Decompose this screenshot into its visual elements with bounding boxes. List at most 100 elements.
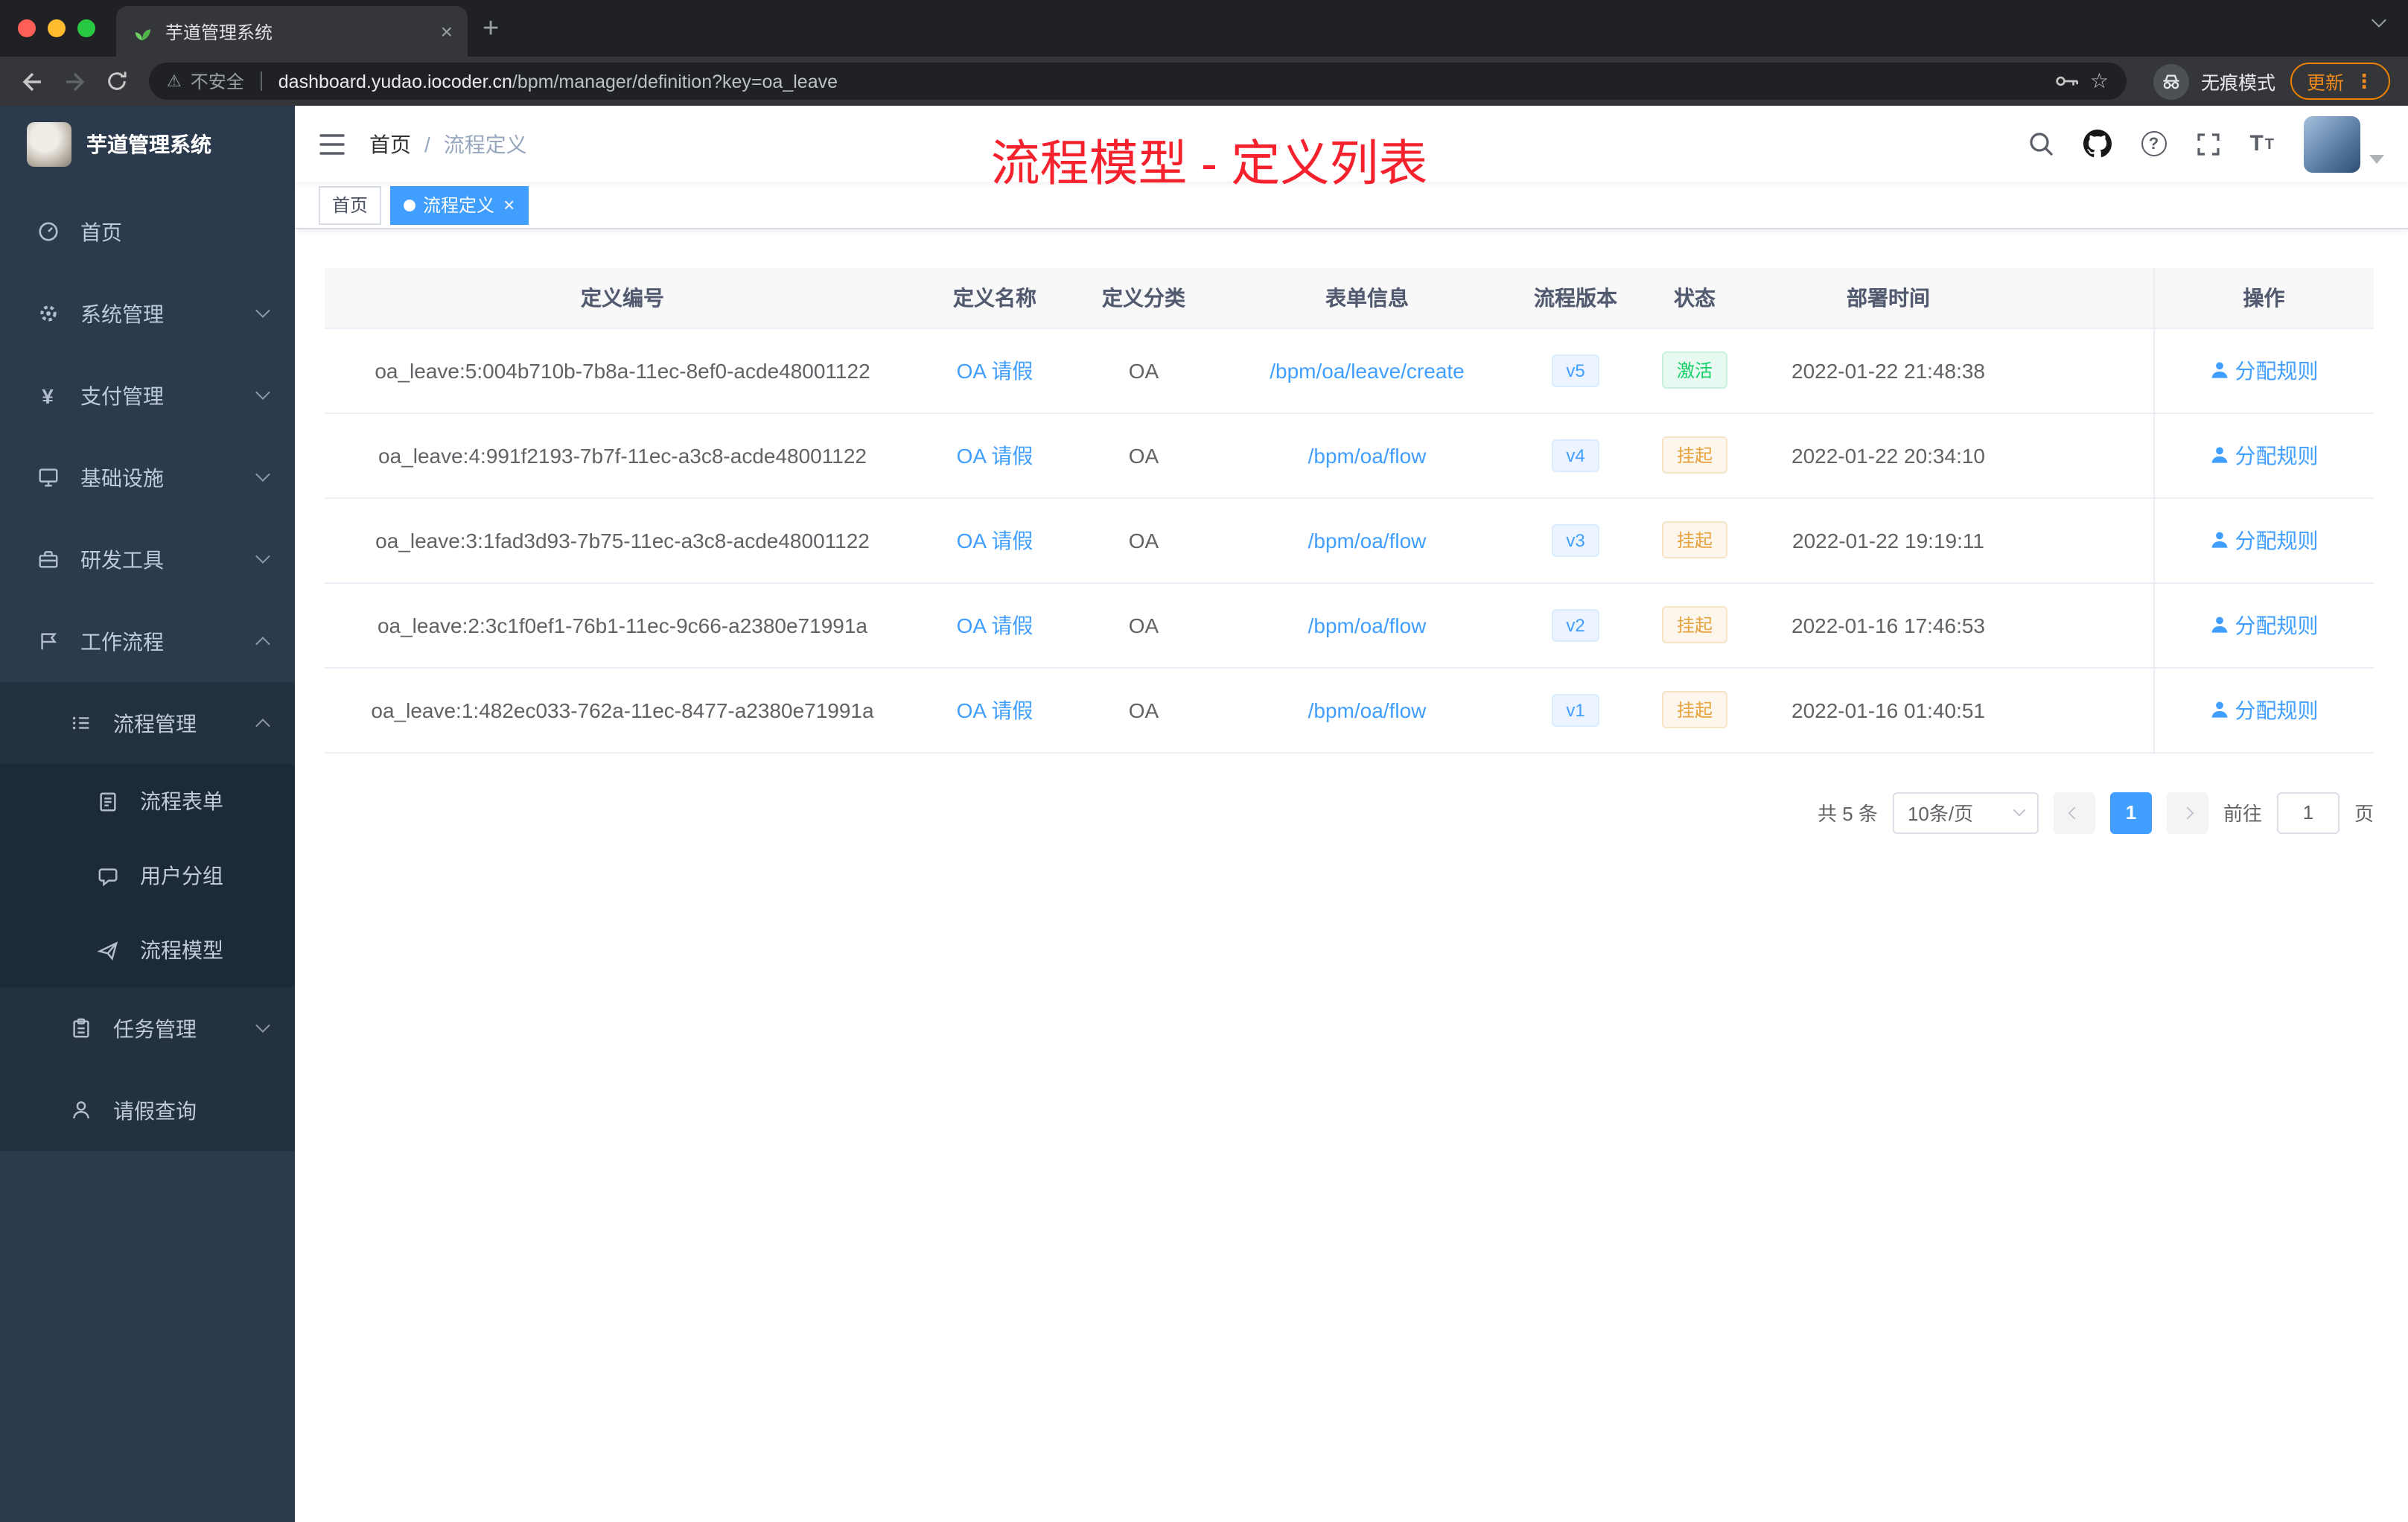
sidebar-item-task-management[interactable]: 任务管理 [0, 987, 295, 1069]
sidebar-menu: 首页 系统管理 ¥ 支付管理 基础设施 研发工具 工作流程 流程管理 流程表单 … [0, 191, 295, 1151]
sidebar-item-payment[interactable]: ¥ 支付管理 [0, 354, 295, 436]
help-icon[interactable]: ? [2141, 131, 2167, 156]
url-text: dashboard.yudao.iocoder.cn/bpm/manager/d… [278, 71, 838, 92]
toolbox-icon [30, 548, 66, 570]
fullscreen-icon[interactable] [2196, 132, 2220, 156]
goto-label: 前往 [2223, 803, 2262, 825]
chevron-down-icon [255, 1018, 270, 1033]
definition-name-link[interactable]: OA 请假 [957, 358, 1033, 382]
incognito-label: 无痕模式 [2200, 73, 2275, 94]
browser-tab[interactable]: 芋道管理系统 × [116, 6, 468, 57]
user-icon [2211, 447, 2228, 463]
status-badge: 挂起 [1661, 691, 1727, 728]
definition-category: OA [1069, 582, 1218, 668]
sidebar-item-workflow[interactable]: 工作流程 [0, 600, 295, 682]
assign-rule-link[interactable]: 分配规则 [2210, 695, 2319, 725]
github-icon[interactable] [2083, 130, 2112, 158]
form-link[interactable]: /bpm/oa/flow [1308, 443, 1427, 467]
page-unit-label: 页 [2354, 803, 2374, 825]
sidebar-item-process-model[interactable]: 流程模型 [0, 913, 295, 987]
avatar[interactable] [2304, 115, 2360, 172]
password-key-icon[interactable] [2056, 73, 2081, 89]
user-menu[interactable] [2304, 115, 2384, 172]
form-link[interactable]: /bpm/oa/flow [1308, 613, 1427, 637]
sidebar-item-process-form[interactable]: 流程表单 [0, 764, 295, 838]
form-link[interactable]: /bpm/oa/flow [1308, 698, 1427, 722]
status-badge: 激活 [1661, 351, 1727, 389]
update-button[interactable]: 更新 ⋮ [2290, 63, 2390, 100]
chevron-down-icon [255, 467, 270, 482]
form-link[interactable]: /bpm/oa/leave/create [1270, 358, 1465, 382]
assign-rule-link[interactable]: 分配规则 [2210, 440, 2319, 470]
tab-close-icon[interactable]: × [441, 21, 453, 42]
browser-window: 芋道管理系统 × + ⚠ 不安全 dashboard.yudao.iocoder… [0, 0, 2408, 1522]
current-page-button[interactable]: 1 [2109, 792, 2152, 833]
window-minimize-button[interactable] [48, 19, 66, 37]
definition-name-link[interactable]: OA 请假 [957, 613, 1033, 637]
security-warning-icon[interactable]: ⚠ [167, 71, 182, 91]
app-title: 芋道管理系统 [86, 132, 211, 156]
clipboard-icon [63, 1017, 98, 1039]
sidebar-item-system[interactable]: 系统管理 [0, 273, 295, 354]
tab-strip: 芋道管理系统 × + [0, 0, 2408, 57]
flag-icon [30, 630, 66, 652]
col-form: 表单信息 [1218, 268, 1516, 328]
app-header: 首页 / 流程定义 ? TT [295, 106, 2408, 182]
sidebar-item-devtools[interactable]: 研发工具 [0, 518, 295, 600]
tag-home[interactable]: 首页 [319, 185, 382, 224]
deploy-time: 2022-01-16 17:46:53 [1754, 582, 2022, 668]
search-icon[interactable] [2028, 131, 2053, 156]
font-size-icon[interactable]: TT [2249, 133, 2274, 155]
forward-button[interactable] [54, 60, 95, 102]
address-bar[interactable]: ⚠ 不安全 dashboard.yudao.iocoder.cn/bpm/man… [149, 63, 2127, 100]
table-row: oa_leave:3:1fad3d93-7b75-11ec-a3c8-acde4… [325, 497, 2374, 583]
table-row: oa_leave:1:482ec033-762a-11ec-8477-a2380… [325, 667, 2374, 753]
incognito-indicator: 无痕模式 [2153, 63, 2275, 99]
definition-id: oa_leave:2:3c1f0ef1-76b1-11ec-9c66-a2380… [325, 582, 920, 668]
new-tab-button[interactable]: + [482, 13, 499, 46]
next-page-button[interactable] [2166, 792, 2208, 833]
col-status: 状态 [1635, 268, 1754, 328]
table-row: oa_leave:5:004b710b-7b8a-11ec-8ef0-acde4… [325, 328, 2374, 413]
gear-icon [30, 302, 66, 325]
sidebar-item-leave-query[interactable]: 请假查询 [0, 1069, 295, 1151]
page-goto-input[interactable] [2276, 792, 2339, 833]
sidebar-item-process-management[interactable]: 流程管理 [0, 682, 295, 764]
back-button[interactable] [12, 60, 54, 102]
sidebar-item-user-group[interactable]: 用户分组 [0, 838, 295, 913]
reload-button[interactable] [95, 60, 137, 102]
version-badge: v3 [1551, 523, 1600, 556]
sidebar-item-home[interactable]: 首页 [0, 191, 295, 273]
window-close-button[interactable] [18, 19, 36, 37]
breadcrumb-separator: / [424, 132, 430, 156]
tag-process-definition[interactable]: 流程定义 × [390, 185, 529, 224]
assign-rule-link[interactable]: 分配规则 [2210, 525, 2319, 555]
form-link[interactable]: /bpm/oa/flow [1308, 528, 1427, 552]
assign-rule-link[interactable]: 分配规则 [2210, 610, 2319, 640]
sidebar-item-infrastructure[interactable]: 基础设施 [0, 436, 295, 518]
logo-avatar [27, 121, 71, 166]
col-filler [2022, 268, 2153, 328]
browser-menu-icon[interactable]: ⋮ [2354, 69, 2374, 93]
assign-rule-link[interactable]: 分配规则 [2210, 355, 2319, 385]
chevron-down-icon [255, 549, 270, 564]
window-zoom-button[interactable] [77, 19, 95, 37]
app-logo: 芋道管理系统 [0, 106, 295, 182]
definition-name-link[interactable]: OA 请假 [957, 443, 1033, 467]
tab-search-chevron-icon[interactable] [2372, 9, 2386, 36]
tab-title: 芋道管理系统 [165, 22, 273, 42]
hamburger-icon[interactable] [319, 132, 345, 156]
user-icon [2211, 532, 2228, 548]
status-badge: 挂起 [1661, 436, 1727, 474]
breadcrumb-home[interactable]: 首页 [369, 129, 411, 159]
user-icon [2211, 617, 2228, 633]
definition-name-link[interactable]: OA 请假 [957, 698, 1033, 722]
prev-page-button[interactable] [2053, 792, 2095, 833]
definition-category: OA [1069, 667, 1218, 753]
page-size-select[interactable]: 10条/页 [1892, 792, 2039, 833]
dashboard-icon [30, 220, 66, 243]
tag-close-icon[interactable]: × [503, 195, 515, 214]
definition-name-link[interactable]: OA 请假 [957, 528, 1033, 552]
bookmark-star-icon[interactable]: ☆ [2090, 69, 2109, 94]
monitor-icon [30, 466, 66, 488]
